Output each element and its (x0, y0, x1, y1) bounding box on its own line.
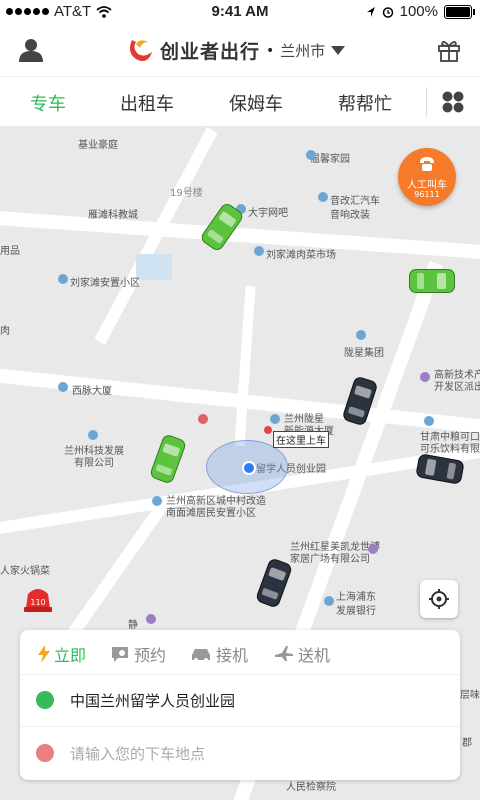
battery-icon (444, 4, 475, 19)
map-poi-icon (58, 382, 68, 392)
road (234, 285, 256, 447)
clock-chat-icon (112, 647, 128, 662)
map-label: 温馨家园 (310, 154, 350, 165)
brand-name: 创业者出行 (160, 41, 261, 63)
map-label: 19号楼 (170, 188, 203, 199)
pickup-marker-icon (36, 691, 54, 709)
map-poi-icon (146, 614, 156, 624)
crosshair-icon (429, 589, 449, 609)
service-tabs: 专车 出租车 保姆车 帮帮忙 (0, 76, 480, 127)
battery-percent: 100% (399, 3, 438, 20)
brand-city-selector[interactable]: 创业者出行 • 兰州市 (126, 37, 346, 64)
plane-icon (275, 646, 293, 661)
map-label: 有限公司 (74, 458, 114, 469)
map-label: 音改汇汽车 (330, 196, 380, 207)
map-label: 郡 (462, 738, 472, 749)
more-services-icon[interactable] (442, 91, 464, 113)
map-label: 大宇网吧 (248, 208, 288, 219)
city-label: 兰州市 (280, 42, 326, 60)
ride-mode-tabs: 立即 预约 接机 送机 (20, 630, 460, 675)
pickup-address-field[interactable]: 中国兰州留学人员创业园 (20, 674, 460, 727)
mode-reserve[interactable]: 预约 (110, 642, 166, 666)
map-poi-icon (58, 274, 68, 284)
location-arrow-icon (366, 6, 375, 17)
car-icon (254, 557, 294, 609)
map-label: 发展银行 (336, 606, 376, 617)
brand-separator: • (266, 42, 275, 59)
mode-airport-pickup[interactable]: 接机 (190, 642, 248, 666)
pickup-label[interactable]: 在这里上车 (273, 431, 329, 448)
map-poi-icon (420, 372, 430, 382)
map-label: 静 (128, 620, 138, 631)
mode-airport-dropoff[interactable]: 送机 (274, 642, 330, 666)
mode-now-label: 立即 (54, 646, 87, 665)
map-poi-icon (324, 596, 334, 606)
gift-icon[interactable] (438, 38, 460, 62)
map-poi-icon (306, 150, 316, 160)
brand-logo-icon (130, 39, 152, 61)
map-label: 南面滩居民安置小区 (166, 508, 256, 519)
map-poi-icon (88, 430, 98, 440)
mode-reserve-label: 预约 (134, 646, 167, 665)
map-label: 用品 (0, 246, 20, 257)
water-area (136, 254, 172, 280)
map-poi-icon (356, 330, 366, 340)
dropoff-placeholder: 请输入您的下车地点 (70, 745, 206, 763)
tab-help[interactable]: 帮帮忙 (338, 90, 392, 116)
manual-call-label: 人工叫车 (407, 180, 447, 191)
mode-airport-dropoff-label: 送机 (298, 646, 331, 665)
map-poi-icon (198, 414, 208, 424)
map-label: 家居广场有限公司 (290, 554, 370, 565)
map-label: 上海浦东 (336, 592, 376, 603)
map-poi-icon (368, 544, 378, 554)
pickup-pin-icon (264, 426, 272, 434)
mode-now[interactable]: 立即 (38, 642, 86, 666)
map-label: 层味 (460, 690, 480, 701)
phone-icon (420, 157, 434, 171)
map-label: 音响改装 (330, 210, 370, 221)
status-bar: AT&T 9:41 AM 100% (0, 0, 480, 24)
map-poi-icon (270, 414, 280, 424)
tab-taxi[interactable]: 出租车 (120, 90, 174, 116)
current-location-icon (242, 461, 256, 475)
dropoff-marker-icon (36, 744, 54, 762)
car-icon (148, 433, 188, 485)
map-label: 肉 (0, 326, 10, 337)
map-label: 西脉大厦 (72, 386, 112, 397)
map-label: 陇星集团 (344, 348, 384, 359)
car-icon (409, 269, 455, 293)
dropoff-address-field[interactable]: 请输入您的下车地点 (20, 727, 460, 779)
map-poi-icon (152, 496, 162, 506)
booking-panel: 立即 预约 接机 送机 中国兰州留学人员创业园 请输入您的下车地点 (20, 630, 460, 780)
map-label: 雁滩科教城 (88, 210, 138, 221)
pickup-address: 中国兰州留学人员创业园 (70, 692, 236, 710)
alarm-icon (382, 6, 393, 18)
map-label: 刘家滩安置小区 (70, 278, 140, 289)
tab-divider (426, 87, 427, 117)
map-label: 基业豪庭 (78, 140, 118, 151)
manual-call-number: 96111 (414, 190, 440, 199)
map-label: 人民检察院 (286, 782, 336, 793)
map-label: 可乐饮料有限 (420, 444, 480, 455)
mode-airport-pickup-label: 接机 (216, 646, 249, 665)
map-label: 刘家滩肉菜市场 (266, 250, 336, 261)
map-poi-icon (254, 246, 264, 256)
locate-button[interactable] (420, 580, 458, 618)
app-header: 创业者出行 • 兰州市 (0, 24, 480, 76)
status-right: 100% (366, 3, 475, 20)
map-poi-icon (424, 416, 434, 426)
chevron-down-icon (331, 46, 346, 55)
map-poi-icon (318, 192, 328, 202)
map-label: 人家火锅菜 (0, 566, 50, 577)
manual-call-button[interactable]: 人工叫车 96111 (398, 148, 456, 206)
user-icon[interactable] (18, 38, 44, 62)
map-label: 开发区派出 (434, 382, 480, 393)
car-pickup-icon (192, 649, 210, 662)
lightning-icon (38, 645, 50, 663)
emergency-110-icon[interactable]: 110 (22, 582, 54, 614)
tab-nanny-car[interactable]: 保姆车 (229, 90, 283, 116)
tab-private-car[interactable]: 专车 (30, 90, 66, 116)
emergency-110-label: 110 (30, 598, 45, 607)
